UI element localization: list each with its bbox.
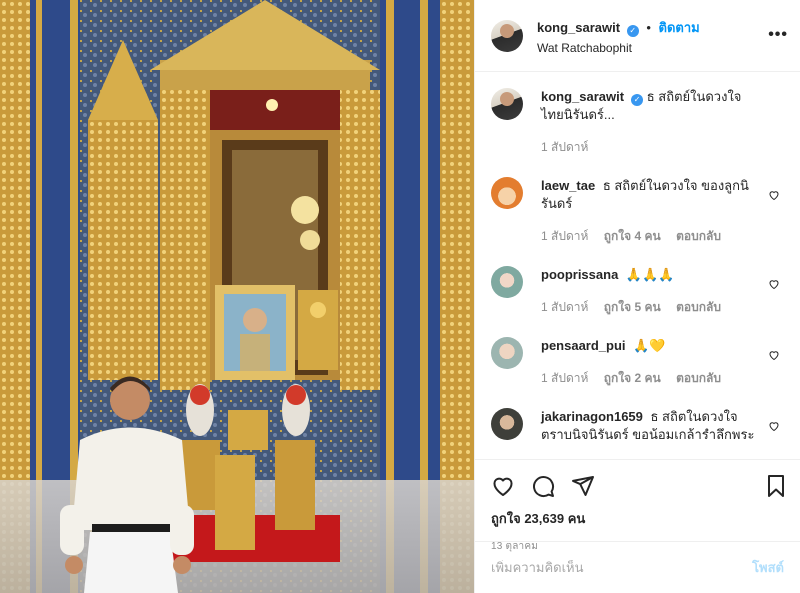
reply-button[interactable]: ตอบกลับ	[676, 300, 721, 314]
action-icons	[491, 468, 784, 504]
separator-dot: •	[646, 19, 651, 35]
temple-photo-image	[0, 0, 474, 593]
post-actions: ถูกใจ 23,639 คน 13 ตุลาคม โพสต์	[475, 459, 800, 593]
commenter-avatar[interactable]	[491, 177, 523, 209]
more-options-icon[interactable]: •••	[768, 26, 788, 44]
comment-item: laew_tae ธ สถิตย์ในดวงใจ ของลูกนิรันดร์ …	[491, 177, 784, 246]
owner-username[interactable]: kong_sarawit	[537, 20, 620, 35]
comment-like-heart-icon[interactable]	[768, 349, 780, 361]
owner-avatar[interactable]	[491, 19, 523, 52]
comments-list[interactable]: kong_sarawit ✓ ธ สถิตย์ในดวงใจไทยนิรันดร์…	[475, 72, 800, 459]
follow-button[interactable]: ติดตาม	[659, 20, 700, 35]
likes-count[interactable]: ถูกใจ 23,639 คน	[491, 508, 784, 529]
comment-item: jakarinagon1659 ธ สถิตในดวงใจตราบนิจนิรั…	[491, 408, 784, 444]
reply-button[interactable]: ตอบกลับ	[676, 229, 721, 243]
post-header: kong_sarawit ✓ • ติดตาม Wat Ratchabophit…	[475, 0, 800, 72]
comment-like-heart-icon[interactable]	[768, 189, 780, 201]
comment-time[interactable]: 1 สัปดาห์	[541, 229, 588, 243]
caption-time[interactable]: 1 สัปดาห์	[541, 140, 588, 154]
commenter-avatar[interactable]	[491, 266, 523, 298]
comment-likes[interactable]: ถูกใจ 5 คน	[604, 300, 661, 314]
verified-badge-icon: ✓	[631, 94, 644, 106]
commenter-username[interactable]: laew_tae	[541, 178, 595, 193]
comment-input[interactable]	[491, 560, 753, 575]
comment-likes[interactable]: ถูกใจ 4 คน	[604, 229, 661, 243]
comment-like-heart-icon[interactable]	[768, 278, 780, 290]
comment-like-heart-icon[interactable]	[768, 420, 780, 432]
reply-button[interactable]: ตอบกลับ	[676, 371, 721, 385]
post-comment-button[interactable]: โพสต์	[752, 557, 784, 578]
post-sidebar: kong_sarawit ✓ • ติดตาม Wat Ratchabophit…	[474, 0, 800, 593]
owner-info: kong_sarawit ✓ • ติดตาม Wat Ratchabophit	[537, 17, 700, 55]
comment-time[interactable]: 1 สัปดาห์	[541, 300, 588, 314]
commenter-username[interactable]: jakarinagon1659	[541, 409, 643, 424]
paper-plane-icon[interactable]	[571, 474, 595, 498]
comment-time[interactable]: 1 สัปดาห์	[541, 371, 588, 385]
location-link[interactable]: Wat Ratchabophit	[537, 41, 700, 55]
comment-likes[interactable]: ถูกใจ 2 คน	[604, 371, 661, 385]
caption-username[interactable]: kong_sarawit	[541, 89, 624, 104]
instagram-post: kong_sarawit ✓ • ติดตาม Wat Ratchabophit…	[0, 0, 800, 593]
comment-item: pensaard_pui 🙏💛 1 สัปดาห์ ถูกใจ 2 คน ตอบ…	[491, 337, 784, 388]
caption: kong_sarawit ✓ ธ สถิตย์ในดวงใจไทยนิรันดร์…	[491, 88, 784, 157]
comment-text: 🙏💛	[633, 338, 666, 353]
commenter-username[interactable]: pensaard_pui	[541, 338, 626, 353]
bookmark-icon[interactable]	[764, 474, 788, 498]
caption-avatar[interactable]	[491, 88, 523, 120]
commenter-avatar[interactable]	[491, 408, 523, 440]
verified-badge-icon: ✓	[626, 24, 639, 37]
comment-icon[interactable]	[531, 474, 555, 498]
add-comment-bar: โพสต์	[475, 541, 800, 593]
post-photo[interactable]	[0, 0, 474, 593]
comment-text: 🙏🙏🙏	[625, 267, 675, 282]
commenter-avatar[interactable]	[491, 337, 523, 369]
heart-icon[interactable]	[491, 474, 515, 498]
comment-item: pooprissana 🙏🙏🙏 1 สัปดาห์ ถูกใจ 5 คน ตอบ…	[491, 266, 784, 317]
commenter-username[interactable]: pooprissana	[541, 267, 618, 282]
